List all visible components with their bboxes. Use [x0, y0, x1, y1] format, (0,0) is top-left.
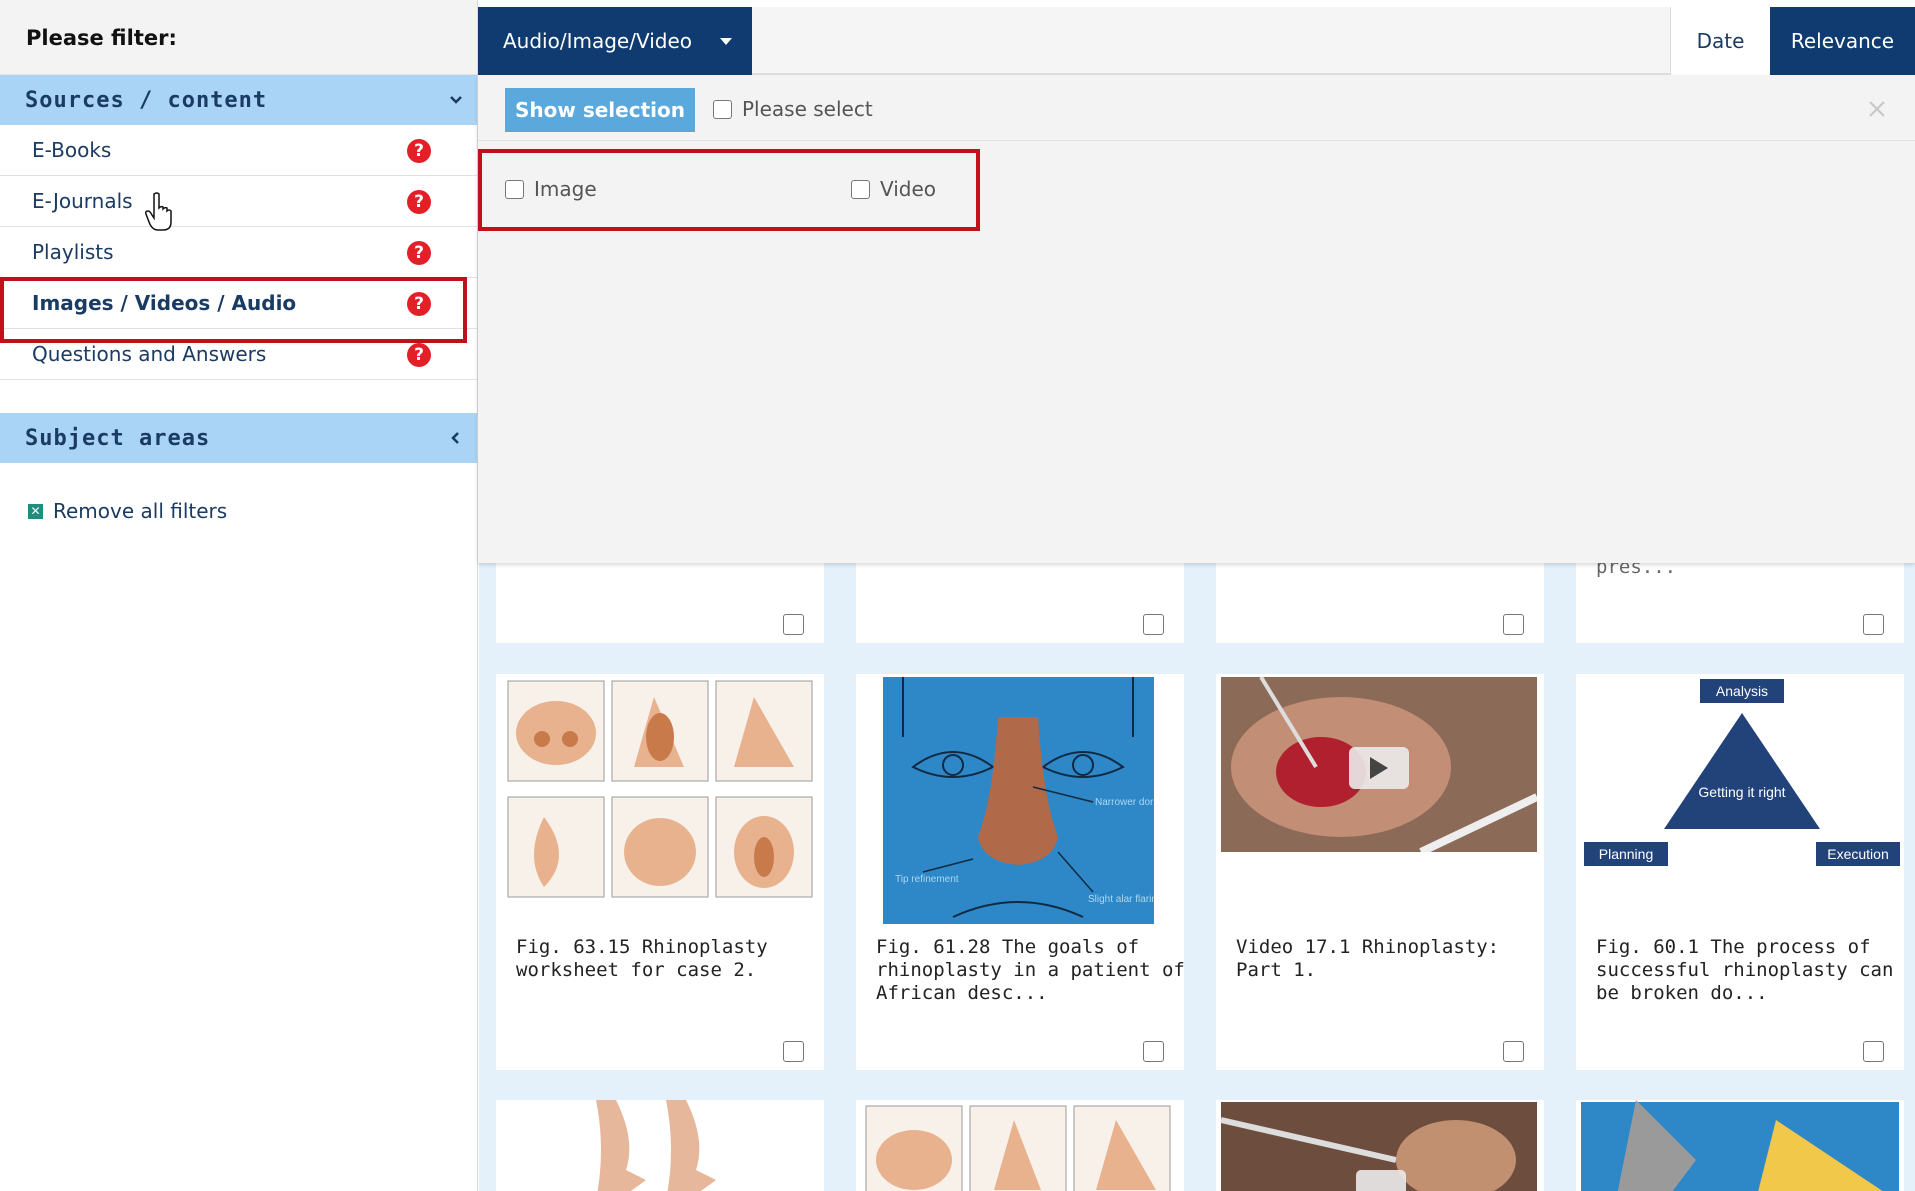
diagram-label-center: Getting it right [1698, 784, 1785, 800]
option-video-checkbox[interactable]: Video [851, 177, 936, 201]
result-card[interactable] [1216, 1100, 1544, 1191]
source-list: E-Books ? E-Journals ? Playlists ? Image… [0, 125, 477, 380]
panel-header: Show selection Please select [478, 75, 1915, 141]
card-caption[interactable]: Video 17.1 Rhinoplasty: Part 1. [1236, 936, 1546, 982]
checkbox-box[interactable] [713, 99, 732, 119]
profile-illustration-icon [596, 1100, 716, 1191]
card-thumbnail-diagram[interactable]: Analysis Getting it right Planning Execu… [1584, 677, 1902, 867]
please-select-label: Please select [742, 97, 873, 121]
results-toolbar: Audio/Image/Video Date Relevance [478, 7, 1915, 75]
remove-all-filters-link[interactable]: ✕ Remove all filters [0, 463, 477, 523]
result-card[interactable] [496, 563, 824, 643]
card-caption[interactable]: Fig. 60.1 The process of successful rhin… [1596, 936, 1906, 1005]
result-card[interactable] [496, 1100, 824, 1191]
help-icon[interactable]: ? [407, 292, 431, 316]
card-select-checkbox[interactable] [1143, 614, 1164, 635]
source-item-ejournals[interactable]: E-Journals ? [0, 176, 477, 227]
card-thumbnail-video[interactable] [1221, 677, 1537, 852]
help-icon[interactable]: ? [407, 139, 431, 163]
hand-cursor-icon [145, 192, 172, 231]
please-select-checkbox[interactable]: Please select [713, 97, 873, 121]
sort-relevance-button[interactable]: Relevance [1770, 7, 1915, 75]
result-card[interactable]: Analysis Getting it right Planning Execu… [1576, 674, 1904, 1070]
triangle-diagram-icon: Analysis Getting it right Planning Execu… [1584, 679, 1900, 866]
result-card[interactable] [856, 1100, 1184, 1191]
diagram-label-analysis: Analysis [1716, 683, 1768, 699]
checkbox-box[interactable] [505, 179, 524, 199]
accordion-title: Subject areas [25, 425, 211, 451]
media-type-label: Audio/Image/Video [503, 29, 692, 53]
source-item-ebooks[interactable]: E-Books ? [0, 125, 477, 176]
diagram-label-planning: Planning [1599, 846, 1654, 862]
result-card[interactable] [856, 563, 1184, 643]
option-label: Video [880, 177, 937, 201]
face-label-alar: Slight alar flaring [1088, 894, 1154, 905]
diagram-label-execution: Execution [1827, 846, 1888, 862]
media-type-dropdown[interactable]: Audio/Image/Video [478, 7, 752, 75]
caret-down-icon [720, 38, 732, 45]
result-card[interactable]: Fig. 63.15 Rhinoplasty worksheet for cas… [496, 674, 824, 1070]
source-item-questions-answers[interactable]: Questions and Answers ? [0, 329, 477, 380]
show-selection-button[interactable]: Show selection [505, 88, 695, 132]
filter-heading: Please filter: [0, 0, 477, 75]
remove-filters-label: Remove all filters [53, 499, 228, 523]
chevron-left-icon[interactable] [445, 427, 467, 449]
nose-illustration-icon [865, 1105, 1171, 1191]
sources-content-accordion[interactable]: Sources / content [0, 75, 477, 125]
sort-date-button[interactable]: Date [1670, 7, 1770, 75]
source-item-label: Playlists [32, 240, 114, 264]
help-icon[interactable]: ? [407, 190, 431, 214]
result-card[interactable]: Narrower dorsum Tip refinement Slight al… [856, 674, 1186, 1070]
close-icon[interactable] [1867, 99, 1887, 119]
accordion-title: Sources / content [25, 87, 268, 113]
option-label: Image [534, 177, 597, 201]
card-select-checkbox[interactable] [1863, 1041, 1884, 1062]
face-illustration-icon: Narrower dorsum Tip refinement Slight al… [895, 677, 1154, 918]
result-card[interactable] [1216, 563, 1544, 643]
app-root: pres... Fig. 63.15 Rhinoplasty worksheet… [0, 0, 1915, 1191]
filter-sidebar: Please filter: Sources / content E-Books… [0, 0, 478, 1191]
card-select-checkbox[interactable] [1503, 1041, 1524, 1062]
source-item-images-videos-audio[interactable]: Images / Videos / Audio ? [0, 278, 477, 329]
face-label-tip: Tip refinement [895, 874, 959, 885]
checkbox-box[interactable] [851, 179, 870, 199]
help-icon[interactable]: ? [407, 343, 431, 367]
subject-areas-accordion[interactable]: Subject areas [0, 413, 477, 463]
source-item-label: E-Books [32, 138, 112, 162]
surgery-illustration-icon [1581, 1100, 1899, 1191]
source-item-label: Questions and Answers [32, 342, 267, 366]
card-select-checkbox[interactable] [783, 1041, 804, 1062]
card-thumbnail-worksheet[interactable] [504, 677, 816, 909]
media-type-panel: Show selection Please select Image Video [478, 75, 1915, 563]
face-label-dorsum: Narrower dorsum [1095, 797, 1154, 808]
remove-x-icon: ✕ [28, 503, 43, 519]
play-icon[interactable] [1349, 747, 1409, 789]
source-item-label: Images / Videos / Audio [32, 291, 297, 315]
source-item-playlists[interactable]: Playlists ? [0, 227, 477, 278]
card-select-checkbox[interactable] [1863, 614, 1884, 635]
option-image-checkbox[interactable]: Image [505, 177, 597, 201]
result-card[interactable]: Video 17.1 Rhinoplasty: Part 1. [1216, 674, 1544, 1070]
card-select-checkbox[interactable] [1503, 614, 1524, 635]
card-select-checkbox[interactable] [1143, 1041, 1164, 1062]
card-select-checkbox[interactable] [783, 614, 804, 635]
help-icon[interactable]: ? [407, 241, 431, 265]
card-caption[interactable]: Fig. 63.15 Rhinoplasty worksheet for cas… [516, 936, 826, 982]
surgery-video-icon [1220, 1102, 1537, 1191]
card-caption[interactable]: Fig. 61.28 The goals of rhinoplasty in a… [876, 936, 1186, 1005]
source-item-label: E-Journals [32, 189, 133, 213]
result-card[interactable] [1576, 1100, 1904, 1191]
card-thumbnail-face[interactable]: Narrower dorsum Tip refinement Slight al… [883, 677, 1154, 924]
chevron-down-icon[interactable] [445, 89, 467, 111]
nose-illustration-icon [507, 680, 813, 898]
